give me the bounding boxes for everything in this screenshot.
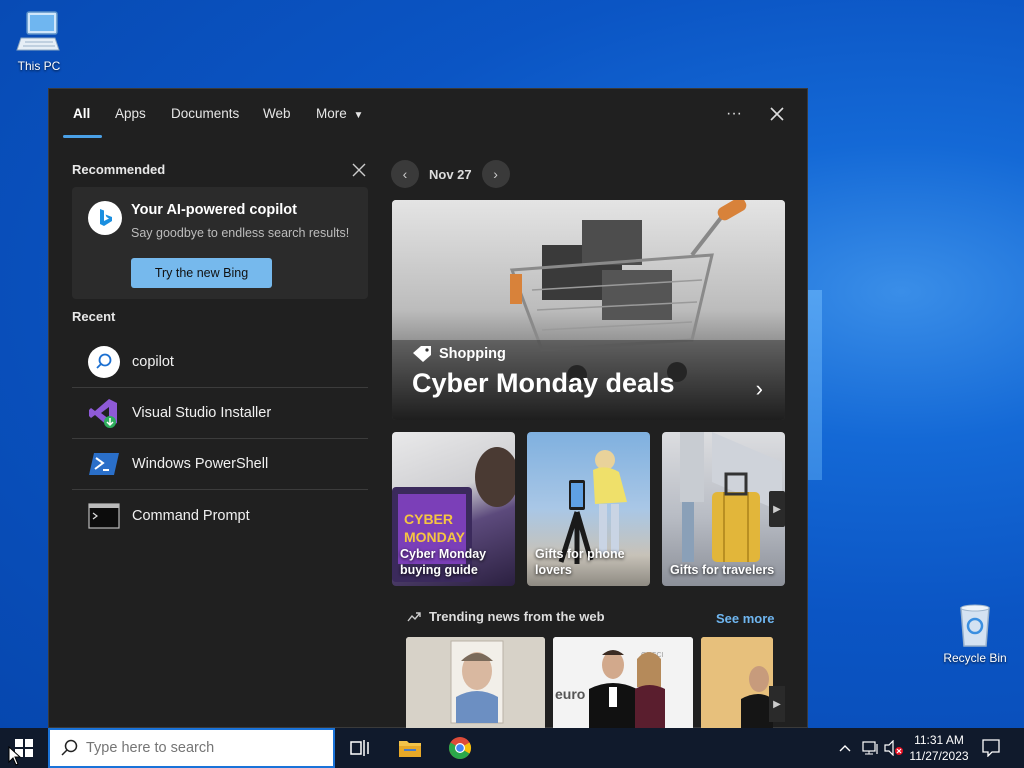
trending-icon bbox=[407, 611, 421, 621]
task-view-icon bbox=[350, 740, 369, 756]
show-hidden-icons-button[interactable] bbox=[838, 728, 852, 768]
recent-item-windows-powershell[interactable]: Windows PowerShell bbox=[72, 439, 368, 490]
tiles-scroll-right-button[interactable]: ▶ bbox=[769, 491, 785, 527]
tab-documents[interactable]: Documents bbox=[171, 106, 239, 121]
bing-icon bbox=[88, 201, 122, 235]
copilot-subtitle: Say goodbye to endless search results! bbox=[131, 226, 350, 240]
chevron-right-icon[interactable]: › bbox=[756, 376, 763, 402]
clock-time: 11:31 AM bbox=[914, 733, 964, 747]
news-scroll-right-button[interactable]: ▶ bbox=[769, 686, 785, 722]
search-panel: All Apps Documents Web More ▼ ··· Recomm… bbox=[48, 88, 808, 729]
hero-card[interactable]: Shopping Cyber Monday deals › bbox=[392, 200, 785, 420]
tile-caption: Cyber Monday buying guide bbox=[400, 547, 487, 577]
recycle-bin-icon bbox=[951, 600, 999, 648]
file-explorer-button[interactable] bbox=[396, 734, 424, 762]
mouse-cursor-icon bbox=[8, 746, 22, 766]
tag-icon bbox=[413, 346, 431, 362]
chevron-down-icon: ▼ bbox=[353, 110, 364, 121]
computer-icon bbox=[15, 8, 63, 56]
desktop-icon-recycle-bin[interactable]: Recycle Bin bbox=[940, 600, 1010, 665]
next-day-button[interactable]: › bbox=[481, 160, 510, 188]
taskbar-search-box[interactable] bbox=[48, 728, 335, 768]
news-card[interactable] bbox=[406, 637, 545, 729]
notification-icon bbox=[982, 739, 1000, 757]
chevron-up-icon bbox=[839, 745, 851, 752]
tile-gifts-phone-lovers[interactable]: Gifts for phone lovers bbox=[527, 432, 650, 586]
chrome-icon bbox=[449, 737, 471, 759]
visual-studio-icon bbox=[87, 396, 121, 430]
recent-item-visual-studio-installer[interactable]: Visual Studio Installer bbox=[72, 388, 368, 439]
tile-cyber-monday-guide[interactable]: CYBER MONDAY Cyber Monday buying guide bbox=[392, 432, 515, 586]
recent-item-label: Visual Studio Installer bbox=[132, 405, 272, 421]
tile-gifts-travelers[interactable]: Gifts for travelers bbox=[662, 432, 785, 586]
news-image bbox=[701, 637, 773, 729]
svg-text:euro: euro bbox=[555, 686, 585, 702]
previous-day-button[interactable]: ‹ bbox=[391, 160, 419, 188]
task-view-button[interactable] bbox=[346, 734, 374, 762]
recent-item-copilot[interactable]: copilot bbox=[72, 337, 368, 388]
clock[interactable]: 11:31 AM 11/27/2023 bbox=[906, 732, 972, 764]
active-tab-indicator bbox=[63, 135, 102, 138]
desktop-icon-label: Recycle Bin bbox=[943, 651, 1007, 665]
tile-caption: Gifts for travelers bbox=[670, 563, 775, 577]
volume-muted-icon bbox=[884, 740, 903, 756]
tab-more-label: More bbox=[316, 106, 347, 121]
news-image bbox=[406, 637, 545, 729]
date-navigator: ‹ Nov 27 › bbox=[391, 160, 510, 188]
search-tabs: All Apps Documents Web More ▼ ··· bbox=[49, 89, 807, 138]
dismiss-recommended-button[interactable] bbox=[352, 163, 366, 182]
network-icon bbox=[862, 741, 878, 755]
recent-heading: Recent bbox=[72, 309, 116, 324]
cmd-icon bbox=[87, 499, 121, 533]
news-card[interactable]: euro GUCCI bbox=[553, 637, 693, 729]
more-options-icon[interactable]: ··· bbox=[719, 99, 749, 129]
copilot-title: Your AI-powered copilot bbox=[131, 202, 297, 218]
news-image: euro GUCCI bbox=[553, 637, 693, 729]
recent-item-label: Windows PowerShell bbox=[132, 456, 269, 472]
search-input[interactable] bbox=[86, 740, 306, 756]
chrome-button[interactable] bbox=[446, 734, 474, 762]
search-icon bbox=[61, 739, 78, 756]
recent-item-command-prompt[interactable]: Command Prompt bbox=[72, 490, 368, 541]
close-icon bbox=[352, 163, 366, 177]
tile-caption: Gifts for phone lovers bbox=[535, 547, 625, 577]
recommended-heading: Recommended bbox=[72, 162, 166, 177]
hero-category: Shopping bbox=[412, 345, 506, 363]
wallpaper-glow bbox=[808, 290, 822, 480]
svg-text:CYBER: CYBER bbox=[404, 511, 453, 527]
date-label: Nov 27 bbox=[429, 166, 472, 182]
search-icon bbox=[87, 345, 121, 379]
action-center-button[interactable] bbox=[982, 728, 1000, 768]
try-bing-button[interactable]: Try the new Bing bbox=[131, 258, 272, 288]
volume-button[interactable] bbox=[884, 728, 904, 768]
folder-icon bbox=[399, 741, 421, 757]
clock-date: 11/27/2023 bbox=[909, 749, 969, 763]
news-card[interactable] bbox=[701, 637, 773, 729]
close-icon bbox=[770, 107, 784, 121]
hero-category-label: Shopping bbox=[439, 346, 506, 362]
tab-more[interactable]: More ▼ bbox=[316, 106, 363, 121]
trending-heading: Trending news from the web bbox=[407, 609, 605, 624]
svg-text:MONDAY: MONDAY bbox=[404, 529, 466, 545]
copilot-card[interactable]: Your AI-powered copilot Say goodbye to e… bbox=[72, 187, 368, 299]
desktop-icon-this-pc[interactable]: This PC bbox=[4, 8, 74, 73]
recent-list: copilot Visual Studio Installer Windows … bbox=[72, 337, 368, 541]
powershell-icon bbox=[87, 447, 121, 481]
desktop-icon-label: This PC bbox=[17, 59, 61, 73]
close-panel-button[interactable] bbox=[762, 99, 792, 129]
tab-apps[interactable]: Apps bbox=[115, 106, 146, 121]
tab-web[interactable]: Web bbox=[263, 106, 291, 121]
taskbar: 11:31 AM 11/27/2023 bbox=[0, 728, 1024, 768]
recent-item-label: Command Prompt bbox=[132, 507, 250, 524]
trending-label: Trending news from the web bbox=[429, 609, 605, 624]
see-more-link[interactable]: See more bbox=[716, 611, 775, 626]
hero-title: Cyber Monday deals bbox=[412, 368, 675, 398]
tab-all[interactable]: All bbox=[73, 106, 90, 121]
recent-item-label: copilot bbox=[132, 354, 174, 370]
network-button[interactable] bbox=[862, 728, 880, 768]
